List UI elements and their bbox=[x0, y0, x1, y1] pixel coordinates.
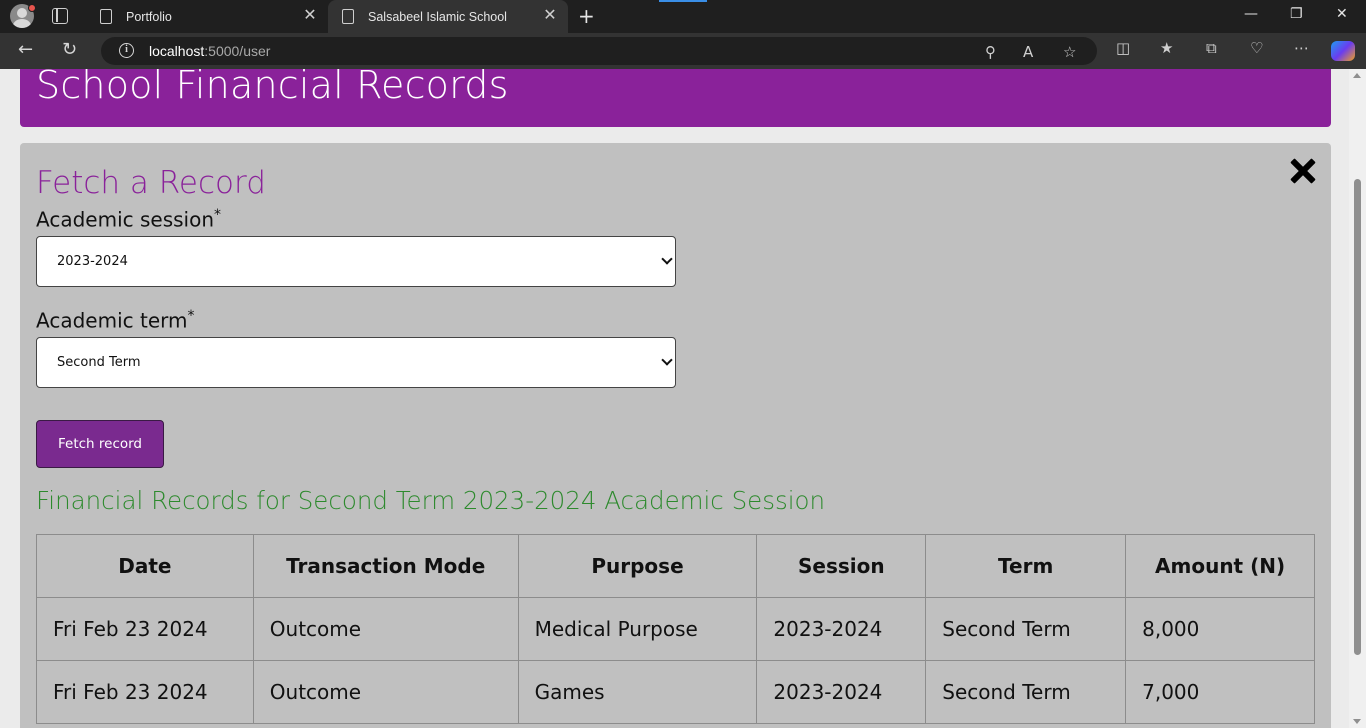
back-arrow-icon[interactable]: ← bbox=[18, 41, 33, 59]
cell-session: 2023-2024 bbox=[756, 597, 927, 661]
cell-term: Second Term bbox=[925, 660, 1127, 724]
term-label: Academic term* bbox=[36, 308, 194, 333]
cell-amount: 7,000 bbox=[1125, 660, 1315, 724]
notification-dot bbox=[28, 4, 36, 12]
key-icon[interactable]: ⚲ bbox=[985, 45, 996, 60]
header-banner: School Financial Records bbox=[20, 69, 1331, 127]
records-table: Date Transaction Mode Purpose Session Te… bbox=[36, 534, 1315, 724]
drag-region-indicator bbox=[659, 0, 707, 2]
scrollbar-thumb[interactable] bbox=[1354, 179, 1361, 655]
session-select-value: 2023-2024 bbox=[57, 254, 128, 269]
favorites-icon[interactable]: ★ bbox=[1160, 41, 1173, 56]
form-heading: Fetch a Record bbox=[36, 165, 266, 201]
close-tab-icon[interactable]: ✕ bbox=[302, 8, 318, 24]
page-icon bbox=[100, 9, 112, 24]
term-label-text: Academic term bbox=[36, 308, 188, 333]
column-header-session: Session bbox=[756, 534, 927, 598]
favorite-star-icon[interactable]: ☆ bbox=[1063, 45, 1076, 60]
cell-purpose: Games bbox=[517, 660, 758, 724]
cell-transaction-mode: Outcome bbox=[252, 597, 519, 661]
column-header-date: Date bbox=[36, 534, 254, 598]
cell-date: Fri Feb 23 2024 bbox=[36, 597, 254, 661]
term-select-value: Second Term bbox=[57, 355, 141, 370]
minimize-button[interactable]: — bbox=[1244, 6, 1258, 22]
table-row: Fri Feb 23 2024 Outcome Medical Purpose … bbox=[36, 597, 1315, 661]
scroll-down-arrow-icon[interactable] bbox=[1353, 719, 1361, 724]
fetch-record-button[interactable]: Fetch record bbox=[36, 420, 164, 468]
session-label: Academic session* bbox=[36, 207, 221, 232]
session-label-text: Academic session bbox=[36, 207, 215, 232]
scroll-up-arrow-icon[interactable] bbox=[1353, 73, 1361, 78]
column-header-term: Term bbox=[925, 534, 1127, 598]
address-bar[interactable]: i localhost:5000/user ⚲ A ☆ bbox=[101, 37, 1097, 65]
required-mark: * bbox=[214, 207, 222, 223]
refresh-icon[interactable]: ↻ bbox=[62, 41, 77, 59]
copilot-icon[interactable] bbox=[1331, 41, 1355, 61]
tab-salsabeel[interactable]: Salsabeel Islamic School ✕ bbox=[328, 0, 568, 33]
tab-strip: Portfolio ✕ Salsabeel Islamic School ✕ +… bbox=[0, 0, 1366, 33]
close-window-button[interactable]: ✕ bbox=[1336, 6, 1348, 22]
table-header-row: Date Transaction Mode Purpose Session Te… bbox=[36, 534, 1315, 598]
cell-amount: 8,000 bbox=[1125, 597, 1315, 661]
tab-title: Portfolio bbox=[126, 9, 172, 24]
column-header-purpose: Purpose bbox=[517, 534, 758, 598]
more-menu-icon[interactable]: ⋯ bbox=[1294, 41, 1309, 56]
column-header-amount: Amount (N) bbox=[1125, 534, 1315, 598]
cell-purpose: Medical Purpose bbox=[517, 597, 758, 661]
url-text[interactable]: localhost:5000/user bbox=[149, 43, 270, 59]
page-icon bbox=[342, 9, 354, 24]
fetch-record-panel: Fetch a Record Academic session* 2023-20… bbox=[20, 143, 1331, 728]
required-mark: * bbox=[187, 308, 195, 324]
cell-session: 2023-2024 bbox=[756, 660, 927, 724]
column-header-transaction-mode: Transaction Mode bbox=[252, 534, 519, 598]
page-viewport: School Financial Records Fetch a Record … bbox=[0, 69, 1366, 728]
tab-portfolio[interactable]: Portfolio ✕ bbox=[86, 0, 328, 33]
restore-button[interactable]: ❐ bbox=[1290, 6, 1303, 22]
session-select[interactable]: 2023-2024 bbox=[36, 236, 676, 287]
new-tab-button[interactable]: + bbox=[578, 5, 595, 27]
browser-essentials-icon[interactable]: ♡ bbox=[1250, 41, 1263, 56]
url-path: :5000/user bbox=[204, 43, 271, 59]
page-title: School Financial Records bbox=[36, 69, 509, 107]
read-aloud-icon[interactable]: A bbox=[1023, 45, 1033, 60]
term-select[interactable]: Second Term bbox=[36, 337, 676, 388]
cell-term: Second Term bbox=[925, 597, 1127, 661]
chevron-down-icon bbox=[661, 253, 673, 265]
chevron-down-icon bbox=[661, 354, 673, 366]
table-row: Fri Feb 23 2024 Outcome Games 2023-2024 … bbox=[36, 660, 1315, 724]
vertical-scrollbar[interactable] bbox=[1349, 69, 1366, 728]
url-host: localhost bbox=[149, 43, 205, 59]
tab-title: Salsabeel Islamic School bbox=[368, 9, 507, 24]
split-screen-icon[interactable]: ◫ bbox=[1116, 41, 1130, 56]
site-info-icon[interactable]: i bbox=[119, 43, 134, 58]
address-toolbar: ← ↻ i localhost:5000/user ⚲ A ☆ ◫ ★ ⧉ ♡ … bbox=[0, 33, 1366, 69]
results-title: Financial Records for Second Term 2023-2… bbox=[36, 486, 826, 515]
close-tab-icon[interactable]: ✕ bbox=[542, 8, 558, 24]
collections-icon[interactable]: ⧉ bbox=[1206, 41, 1217, 56]
close-icon[interactable] bbox=[1287, 155, 1319, 187]
cell-transaction-mode: Outcome bbox=[252, 660, 519, 724]
tab-actions-icon[interactable] bbox=[52, 8, 68, 24]
cell-date: Fri Feb 23 2024 bbox=[36, 660, 254, 724]
